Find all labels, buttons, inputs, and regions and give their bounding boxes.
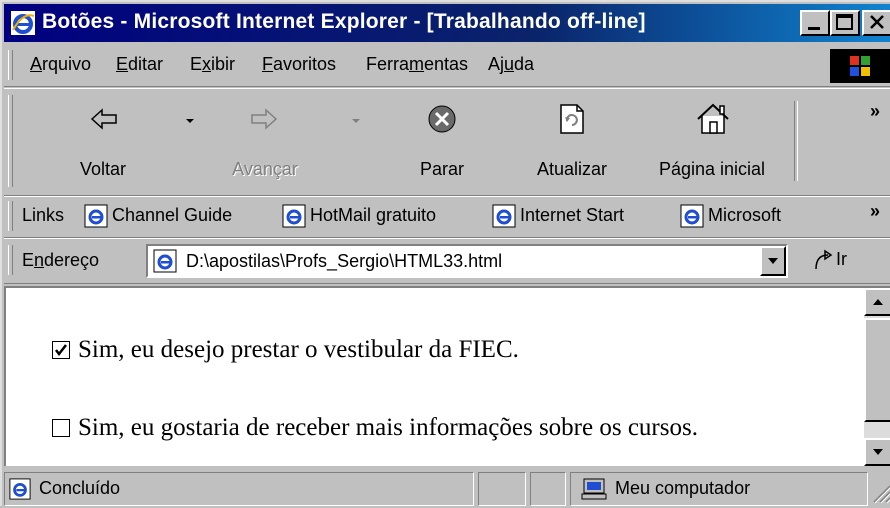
- links-label: Links: [22, 205, 65, 225]
- address-value: D:\apostilas\Profs_Sergio\HTML33.html: [186, 251, 503, 271]
- forward-label: Avançar: [232, 159, 298, 179]
- link-channel-guide[interactable]: Channel Guide: [112, 205, 232, 226]
- link-hotmail[interactable]: HotMail gratuito: [310, 205, 436, 226]
- ie-logo-icon: [11, 11, 35, 35]
- stop-label: Parar: [419, 159, 464, 179]
- ie-page-icon: [282, 204, 306, 228]
- close-button[interactable]: [862, 10, 890, 36]
- home-icon: [697, 103, 729, 134]
- minimize-button[interactable]: [800, 10, 830, 36]
- status-pane-lock: [530, 472, 566, 506]
- refresh-icon: [560, 104, 584, 134]
- status-text: Concluído: [39, 478, 121, 498]
- links-bar: Links Channel Guide HotMail gratuito Int…: [4, 196, 890, 238]
- forward-dropdown-icon[interactable]: [350, 117, 362, 125]
- menu-arquivo[interactable]: Arquivo: [30, 54, 91, 75]
- go-button[interactable]: Ir: [836, 249, 847, 270]
- address-grip[interactable]: [8, 245, 13, 275]
- scroll-down-button[interactable]: [864, 438, 890, 466]
- ie-page-icon: [680, 204, 704, 228]
- stop-button[interactable]: Parar: [394, 97, 490, 189]
- address-dropdown-button[interactable]: [760, 246, 786, 276]
- page-content: Sim, eu desejo prestar o vestibular da F…: [6, 288, 862, 466]
- vestibular-label: Sim, eu desejo prestar o vestibular da F…: [78, 336, 519, 363]
- check-mark-icon: [55, 344, 67, 357]
- vertical-scrollbar[interactable]: [864, 288, 890, 466]
- home-button[interactable]: Página inicial: [644, 97, 780, 189]
- status-pane-main: Concluído: [4, 472, 474, 506]
- menu-bar: Arquivo Editar Exibir Favoritos Ferramen…: [4, 46, 890, 87]
- back-label: Voltar: [79, 159, 127, 179]
- refresh-button[interactable]: Atualizar: [518, 97, 626, 189]
- window-title: Botões - Microsoft Internet Explorer - […: [42, 10, 646, 33]
- forward-arrow-icon: [251, 108, 278, 130]
- status-zone-text: Meu computador: [615, 478, 751, 498]
- menu-ajuda[interactable]: Ajuda: [488, 54, 534, 75]
- menu-exibir[interactable]: Exibir: [190, 54, 235, 75]
- ie-page-icon: [9, 478, 31, 500]
- menu-favoritos[interactable]: Favoritos: [262, 54, 336, 75]
- back-button[interactable]: Voltar: [58, 97, 148, 189]
- menu-grip[interactable]: [8, 50, 13, 80]
- toolbar-more-icon[interactable]: »: [870, 101, 880, 122]
- refresh-label: Atualizar: [536, 159, 608, 179]
- menu-ferramentas[interactable]: Ferramentas: [366, 54, 468, 75]
- address-bar: Endereço D:\apostilas\Profs_Sergio\HTML3…: [4, 238, 890, 284]
- status-pane-zone: Meu computador: [570, 472, 868, 506]
- forward-button[interactable]: Avançar: [218, 97, 312, 189]
- scroll-up-button[interactable]: [864, 288, 890, 316]
- back-arrow-icon: [90, 108, 117, 130]
- standard-toolbar: Voltar Avançar Parar Atualizar Página in…: [4, 88, 890, 196]
- resize-grip-icon[interactable]: [870, 482, 890, 504]
- address-label: Endereço: [22, 250, 100, 270]
- chevron-down-icon: [768, 258, 778, 264]
- title-bar[interactable]: Botões - Microsoft Internet Explorer - […: [4, 4, 890, 42]
- informacoes-checkbox[interactable]: [52, 419, 70, 437]
- windows-logo-icon: [830, 49, 890, 83]
- browser-window: Botões - Microsoft Internet Explorer - […: [0, 0, 890, 506]
- go-arrow-icon[interactable]: [812, 249, 834, 273]
- ie-page-icon: [153, 249, 177, 273]
- scroll-down-icon: [873, 449, 883, 455]
- page-content-frame: Sim, eu desejo prestar o vestibular da F…: [4, 286, 890, 466]
- minimize-icon: [808, 27, 820, 30]
- computer-icon: [581, 478, 607, 500]
- maximize-icon: [836, 14, 853, 30]
- home-label: Página inicial: [658, 159, 766, 179]
- informacoes-label: Sim, eu gostaria de receber mais informa…: [78, 414, 698, 441]
- scroll-up-icon: [873, 299, 883, 305]
- links-grip[interactable]: [8, 201, 13, 231]
- links-more-icon[interactable]: »: [870, 201, 880, 222]
- toolbar-separator: [794, 101, 798, 181]
- address-input[interactable]: D:\apostilas\Profs_Sergio\HTML33.html: [146, 244, 788, 278]
- back-dropdown-icon[interactable]: [184, 117, 196, 125]
- ie-page-icon: [84, 204, 108, 228]
- status-bar: Concluído Meu computador: [4, 468, 890, 508]
- ie-page-icon: [492, 204, 516, 228]
- status-pane-progress: [478, 472, 526, 506]
- stop-icon: [428, 105, 456, 133]
- toolbar-grip[interactable]: [8, 95, 13, 187]
- scroll-thumb[interactable]: [864, 318, 890, 422]
- link-microsoft[interactable]: Microsoft: [708, 205, 781, 226]
- link-internet-start[interactable]: Internet Start: [520, 205, 624, 226]
- vestibular-checkbox[interactable]: [52, 341, 70, 359]
- menu-editar[interactable]: Editar: [116, 54, 163, 75]
- maximize-button[interactable]: [830, 10, 860, 36]
- close-icon: [870, 15, 884, 29]
